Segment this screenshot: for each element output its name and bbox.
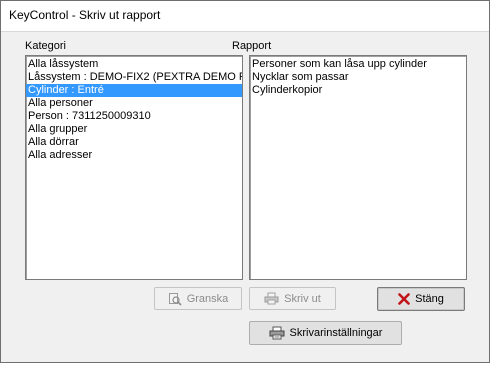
rapport-item[interactable]: Cylinderkopior [250,84,466,97]
printer-icon [264,292,279,305]
title-bar[interactable]: KeyControl - Skriv ut rapport [1,1,489,32]
stang-label: Stäng [415,293,444,305]
close-icon [398,293,410,305]
kategori-item[interactable]: Alla dörrar [26,136,242,149]
kategori-item-selected[interactable]: Cylinder : Entré [26,84,242,97]
granska-button[interactable]: Granska [154,287,242,310]
kategori-item[interactable]: Alla grupper [26,123,242,136]
kategori-item[interactable]: Låssystem : DEMO-FIX2 (PEXTRA DEMO RI [26,71,242,84]
window-title: KeyControl - Skriv ut rapport [9,8,161,22]
skrivarinstallningar-label: Skrivarinställningar [289,327,383,339]
kategori-item[interactable]: Person : 7311250009310 [26,110,242,123]
skriv-ut-button[interactable]: Skriv ut [249,287,336,310]
skriv-ut-label: Skriv ut [284,292,321,305]
kategori-item[interactable]: Alla personer [26,97,242,110]
kategori-list[interactable]: Alla låssystem Låssystem : DEMO-FIX2 (PE… [25,55,243,280]
granska-label: Granska [186,292,229,305]
kategori-item[interactable]: Alla adresser [26,149,242,162]
rapport-list[interactable]: Personer som kan låsa upp cylinder Nyckl… [249,55,467,280]
preview-icon [168,292,182,306]
rapport-item[interactable]: Nycklar som passar [250,71,466,84]
kategori-label: Kategori [25,40,66,52]
printer-settings-icon [269,326,285,340]
rapport-label: Rapport [232,40,272,52]
stang-button[interactable]: Stäng [377,287,465,311]
skrivarinstallningar-button[interactable]: Skrivarinställningar [249,321,402,345]
rapport-item[interactable]: Personer som kan låsa upp cylinder [250,58,466,71]
report-dialog: KeyControl - Skriv ut rapport Kategori R… [0,0,490,363]
kategori-item[interactable]: Alla låssystem [26,58,242,71]
